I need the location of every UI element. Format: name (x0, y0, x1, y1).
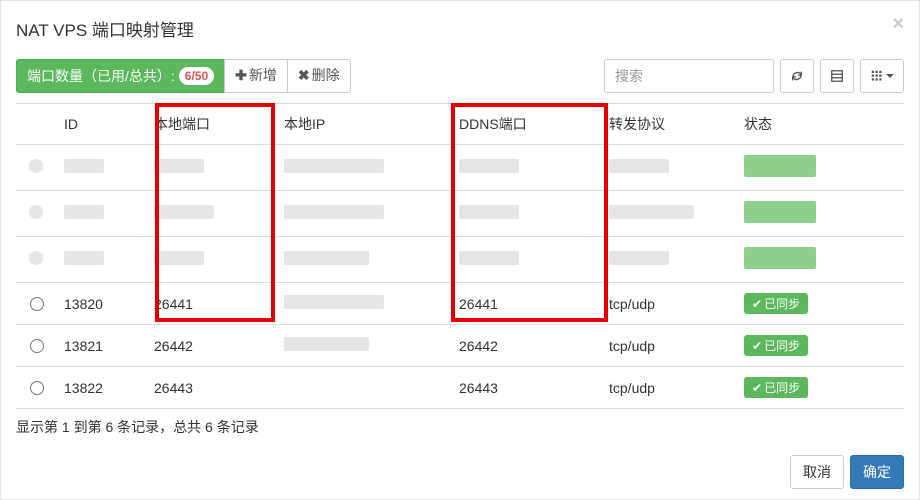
cell-id: 13820 (56, 283, 146, 325)
col-local-ip[interactable]: 本地IP (276, 104, 451, 145)
redacted (64, 159, 104, 173)
redacted (284, 251, 369, 265)
toolbar-right (604, 59, 904, 93)
cell-protocol: tcp/udp (601, 325, 736, 367)
status-text: 已同步 (764, 337, 800, 354)
delete-button[interactable]: ✖ 删除 (287, 59, 351, 93)
search-input[interactable] (604, 59, 774, 93)
redacted (459, 205, 519, 219)
add-label: 新增 (249, 66, 277, 86)
status-text: 已同步 (764, 379, 800, 396)
port-count-badge: 6/50 (179, 67, 214, 85)
table-row[interactable] (16, 191, 904, 237)
x-icon: ✖ (298, 66, 310, 86)
redacted (744, 247, 816, 269)
add-button[interactable]: ✚ 新增 (224, 59, 288, 93)
cell-local-port: 26443 (146, 367, 276, 409)
redacted (154, 205, 214, 219)
grid-icon (871, 70, 883, 82)
table-body: 13820 26441 26441 tcp/udp ✔已同步 13821 264… (16, 145, 904, 409)
table-wrap: ID 本地端口 本地IP DDNS端口 转发协议 状态 (1, 103, 919, 409)
toolbar-left: 端口数量（已用/总共）: 6/50 ✚ 新增 ✖ 删除 (16, 59, 351, 93)
table-row[interactable] (16, 145, 904, 191)
table-row[interactable]: 13822 26443 26443 tcp/udp ✔已同步 (16, 367, 904, 409)
redacted (744, 201, 816, 223)
col-select (16, 104, 56, 145)
col-local-port[interactable]: 本地端口 (146, 104, 276, 145)
row-radio[interactable] (30, 339, 44, 353)
redacted (459, 251, 519, 265)
col-id[interactable]: ID (56, 104, 146, 145)
row-radio[interactable] (30, 381, 44, 395)
cell-local-port: 26441 (146, 283, 276, 325)
ok-button[interactable]: 确定 (850, 455, 904, 489)
redacted (154, 159, 204, 173)
port-table: ID 本地端口 本地IP DDNS端口 转发协议 状态 (16, 103, 904, 409)
toolbar: 端口数量（已用/总共）: 6/50 ✚ 新增 ✖ 删除 (1, 47, 919, 103)
check-icon: ✔ (752, 339, 762, 353)
check-icon: ✔ (752, 381, 762, 395)
redacted (29, 251, 43, 265)
check-icon: ✔ (752, 297, 762, 311)
redacted (284, 159, 384, 173)
cell-ddns-port: 26443 (451, 367, 601, 409)
close-icon[interactable]: × (892, 14, 904, 34)
cell-ddns-port: 26441 (451, 283, 601, 325)
col-status[interactable]: 状态 (736, 104, 904, 145)
redacted (64, 251, 104, 265)
caret-down-icon (886, 72, 894, 80)
modal-footer: 取消 确定 (775, 445, 919, 499)
view-toggle-button[interactable] (860, 59, 904, 93)
refresh-icon (790, 69, 804, 83)
table-row[interactable]: 13821 26442 26442 tcp/udp ✔已同步 (16, 325, 904, 367)
table-row[interactable] (16, 237, 904, 283)
redacted (284, 337, 369, 351)
redacted (744, 155, 816, 177)
cancel-button[interactable]: 取消 (790, 455, 844, 489)
col-ddns-port[interactable]: DDNS端口 (451, 104, 601, 145)
refresh-button[interactable] (780, 59, 814, 93)
cell-id: 13821 (56, 325, 146, 367)
status-badge: ✔已同步 (744, 377, 808, 398)
cell-id: 13822 (56, 367, 146, 409)
cell-protocol: tcp/udp (601, 283, 736, 325)
table-row[interactable]: 13820 26441 26441 tcp/udp ✔已同步 (16, 283, 904, 325)
table-header-row: ID 本地端口 本地IP DDNS端口 转发协议 状态 (16, 104, 904, 145)
redacted (609, 251, 669, 265)
col-protocol[interactable]: 转发协议 (601, 104, 736, 145)
redacted (29, 205, 43, 219)
modal-title: NAT VPS 端口映射管理 (16, 16, 194, 41)
port-count-label: 端口数量（已用/总共）: (27, 66, 175, 86)
cell-protocol: tcp/udp (601, 367, 736, 409)
redacted (609, 159, 669, 173)
modal: NAT VPS 端口映射管理 × 端口数量（已用/总共）: 6/50 ✚ 新增 … (0, 0, 920, 500)
redacted (29, 159, 43, 173)
port-count-button[interactable]: 端口数量（已用/总共）: 6/50 (16, 59, 225, 93)
delete-label: 删除 (312, 66, 340, 86)
cell-local-ip (276, 367, 451, 409)
cell-ddns-port: 26442 (451, 325, 601, 367)
modal-header: NAT VPS 端口映射管理 × (1, 1, 919, 41)
columns-button[interactable] (820, 59, 854, 93)
plus-icon: ✚ (235, 66, 247, 86)
pagination-info: 显示第 1 到第 6 条记录，总共 6 条记录 (1, 409, 919, 437)
status-badge: ✔已同步 (744, 335, 808, 356)
list-icon (830, 69, 844, 83)
status-badge: ✔已同步 (744, 293, 808, 314)
status-text: 已同步 (764, 295, 800, 312)
redacted (154, 251, 204, 265)
row-radio[interactable] (30, 297, 44, 311)
redacted (284, 295, 384, 309)
redacted (459, 159, 519, 173)
redacted (609, 205, 694, 219)
redacted (64, 205, 104, 219)
cell-local-port: 26442 (146, 325, 276, 367)
redacted (284, 205, 384, 219)
